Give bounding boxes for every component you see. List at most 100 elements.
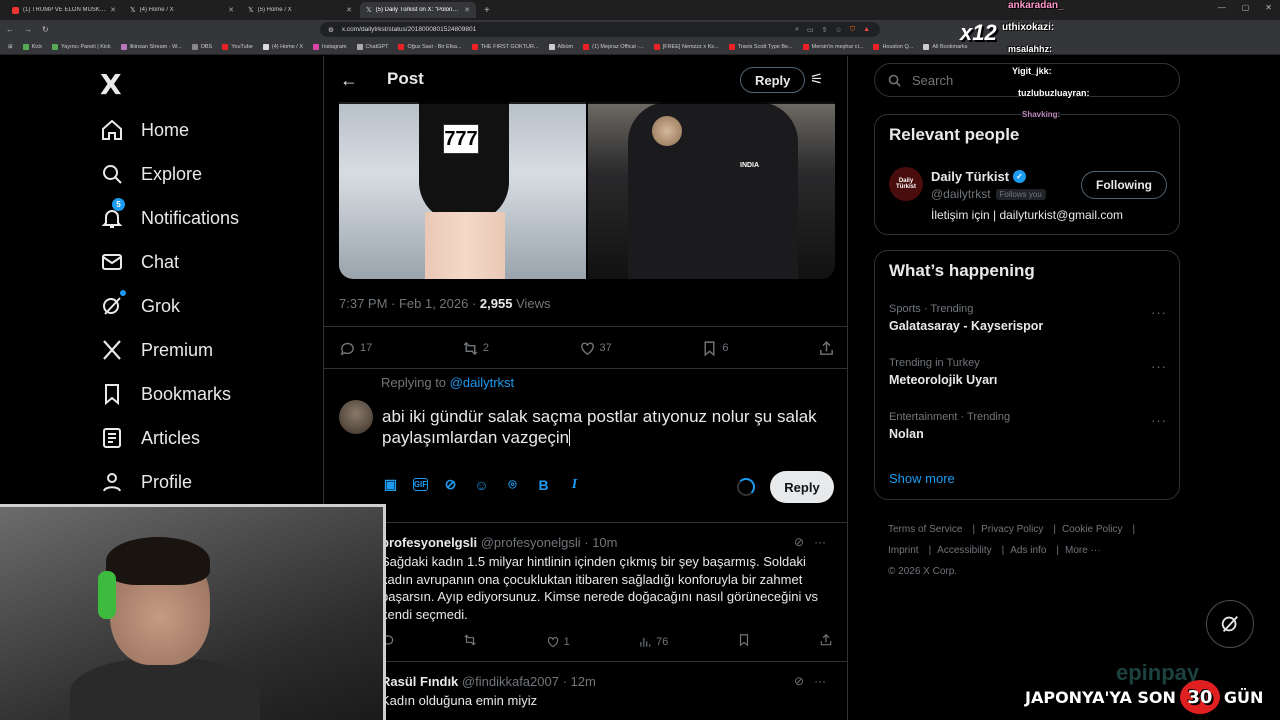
back-nav-icon[interactable]: ← <box>6 25 14 34</box>
close-window-icon[interactable]: ✕ <box>1265 3 1272 12</box>
bookmark-star-icon[interactable]: ☆ <box>836 26 842 34</box>
author-handle[interactable]: @profesyonelgsli <box>481 535 581 550</box>
sliders-icon[interactable]: ⚟ <box>810 70 823 88</box>
bookmark-item[interactable]: Yayıncı Paneli | Kick <box>52 43 111 50</box>
author-name[interactable]: Rasül Fındık <box>381 674 458 689</box>
minimize-icon[interactable]: — <box>1218 3 1226 12</box>
bookmark-item[interactable]: Albüm <box>548 43 573 50</box>
more-icon[interactable]: ··· <box>814 535 826 549</box>
close-tab-icon[interactable]: ✕ <box>346 6 352 14</box>
tweet-time[interactable]: · 10m <box>584 535 617 550</box>
bookmark-action[interactable]: 6 <box>701 340 728 357</box>
bookmark-item[interactable]: [FREE] Nemzzz x Ks... <box>653 43 719 50</box>
gif-icon[interactable]: GIF <box>413 478 428 491</box>
person-name[interactable]: Daily Türkist ✓ <box>931 169 1027 184</box>
image-icon[interactable]: ▣ <box>382 476 399 493</box>
bookmark-item[interactable]: Mersin'in meşhur ci... <box>802 43 863 50</box>
grok-icon[interactable]: ⊘ <box>442 476 459 493</box>
grok-icon[interactable]: ⊘ <box>794 535 804 549</box>
replying-handle-link[interactable]: @dailytrkst <box>450 375 515 390</box>
bookmark-item[interactable]: YouTube <box>222 43 253 50</box>
cast-icon[interactable]: ▭ <box>807 26 814 34</box>
emoji-icon[interactable]: ☺ <box>473 476 490 493</box>
italic-icon[interactable]: I <box>566 476 583 493</box>
following-button[interactable]: Following <box>1081 171 1167 199</box>
reply-tweet[interactable]: Rasül Fındık @findikkafa2007 · 12m ⊘ ··· … <box>324 674 847 720</box>
nav-chat[interactable]: Chat <box>100 240 239 284</box>
url-field[interactable]: ⚙ x.com/dailytrkst/status/20180008015248… <box>320 22 880 37</box>
nav-articles[interactable]: Articles <box>100 416 239 460</box>
bookmark-icon[interactable] <box>737 633 751 650</box>
trend-item[interactable]: Trending in Turkey Meteorolojik Uyarı ··… <box>889 357 1167 387</box>
nav-profile[interactable]: Profile <box>100 460 239 504</box>
location-icon[interactable]: ⌾ <box>504 476 521 493</box>
post-image-right[interactable]: INDIA <box>588 102 835 279</box>
post-media[interactable]: 777 INDIA <box>339 102 835 279</box>
browser-tab[interactable]: (1) TRUMP VE ELON MUSK İFŞA OLD✕ <box>6 2 122 18</box>
bookmark-item[interactable]: OBS <box>191 43 212 50</box>
rewards-icon[interactable]: ▲ <box>863 26 870 34</box>
like-action[interactable]: 1 <box>546 635 570 649</box>
tweet-time[interactable]: · 12m <box>563 674 596 689</box>
browser-tab[interactable]: 𝕏 (4) Home / X ✕ <box>124 2 240 18</box>
like-action[interactable]: 37 <box>579 340 612 357</box>
nav-notifications[interactable]: 5 Notifications <box>100 196 239 240</box>
author-handle[interactable]: @findikkafa2007 <box>462 674 559 689</box>
new-tab-icon[interactable]: + <box>478 5 496 16</box>
grok-icon[interactable]: ⊘ <box>794 674 804 688</box>
maximize-icon[interactable]: ▢ <box>1242 3 1250 12</box>
bookmark-item[interactable]: ilkinsan Stream - W... <box>120 43 182 50</box>
reply-tweet[interactable]: profesyonelgsli @profesyonelgsli · 10m ⊘… <box>324 535 847 660</box>
footer-link[interactable]: Privacy Policy <box>981 524 1043 535</box>
footer-link[interactable]: Ads info <box>1010 545 1046 556</box>
bookmark-item[interactable]: Kick <box>22 43 42 50</box>
back-arrow-icon[interactable]: ← <box>340 70 358 91</box>
forward-nav-icon[interactable]: → <box>24 25 32 34</box>
views-action[interactable]: 76 <box>638 635 668 649</box>
nav-explore[interactable]: Explore <box>100 152 239 196</box>
bookmark-item[interactable]: (4) Home / X <box>262 43 303 50</box>
avatar[interactable]: Daily Türkist <box>889 167 923 201</box>
nav-premium[interactable]: Premium <box>100 328 239 372</box>
more-icon[interactable]: ··· <box>814 674 826 688</box>
footer-link[interactable]: Cookie Policy <box>1062 524 1123 535</box>
reply-button[interactable]: Reply <box>770 471 834 503</box>
bookmark-item[interactable]: Houston Q... <box>873 43 913 50</box>
footer-link[interactable]: Accessibility <box>937 545 991 556</box>
footer-link[interactable]: Imprint <box>888 545 919 556</box>
repost-icon[interactable] <box>463 633 477 650</box>
nav-bookmarks[interactable]: Bookmarks <box>100 372 239 416</box>
post-image-left[interactable]: 777 <box>339 102 586 279</box>
footer-link[interactable]: More ··· <box>1065 545 1101 556</box>
site-info-icon[interactable]: ⚙ <box>328 26 334 34</box>
reply-action[interactable]: 17 <box>339 340 372 357</box>
bookmark-item[interactable]: ChatGPT <box>356 43 388 50</box>
share-action[interactable] <box>818 340 835 357</box>
more-icon[interactable]: ··· <box>1151 305 1167 320</box>
more-icon[interactable]: ··· <box>1151 359 1167 374</box>
bookmark-item[interactable]: Travis Scott Type Be... <box>728 43 793 50</box>
apps-grid-icon[interactable]: ⊞ <box>8 44 13 50</box>
browser-tab[interactable]: 𝕏 (5) Home / X ✕ <box>242 2 358 18</box>
repost-action[interactable]: 2 <box>462 340 489 357</box>
close-tab-icon[interactable]: ✕ <box>464 6 470 14</box>
close-tab-icon[interactable]: ✕ <box>110 6 116 14</box>
reply-textarea[interactable]: abi iki gündür salak saçma postlar atıyo… <box>382 406 822 448</box>
share-icon[interactable] <box>819 633 833 650</box>
footer-link[interactable]: Terms of Service <box>888 524 962 535</box>
person-handle[interactable]: @dailytrkst <box>931 187 991 201</box>
browser-tab-active[interactable]: 𝕏 (5) Daily Türkist on X: "Polonya'lı ✕ <box>360 2 476 18</box>
header-reply-button[interactable]: Reply <box>740 67 806 93</box>
nav-home[interactable]: Home <box>100 108 239 152</box>
nav-grok[interactable]: Grok <box>100 284 239 328</box>
trend-item[interactable]: Entertainment · Trending Nolan ··· <box>889 411 1167 441</box>
bookmark-item[interactable]: THE FIRST GOKTUR... <box>471 43 539 50</box>
close-tab-icon[interactable]: ✕ <box>228 6 234 14</box>
bookmark-item[interactable]: (1) Mepraz Offical -... <box>583 43 644 50</box>
reload-icon[interactable]: ↻ <box>42 25 49 34</box>
zoom-icon[interactable]: ⌕ <box>795 26 799 34</box>
trend-item[interactable]: Sports · Trending Galatasaray - Kayseris… <box>889 303 1167 333</box>
x-logo-icon[interactable]: X <box>100 68 122 101</box>
share-icon[interactable]: ⇪ <box>822 26 828 34</box>
bold-icon[interactable]: B <box>535 476 552 493</box>
